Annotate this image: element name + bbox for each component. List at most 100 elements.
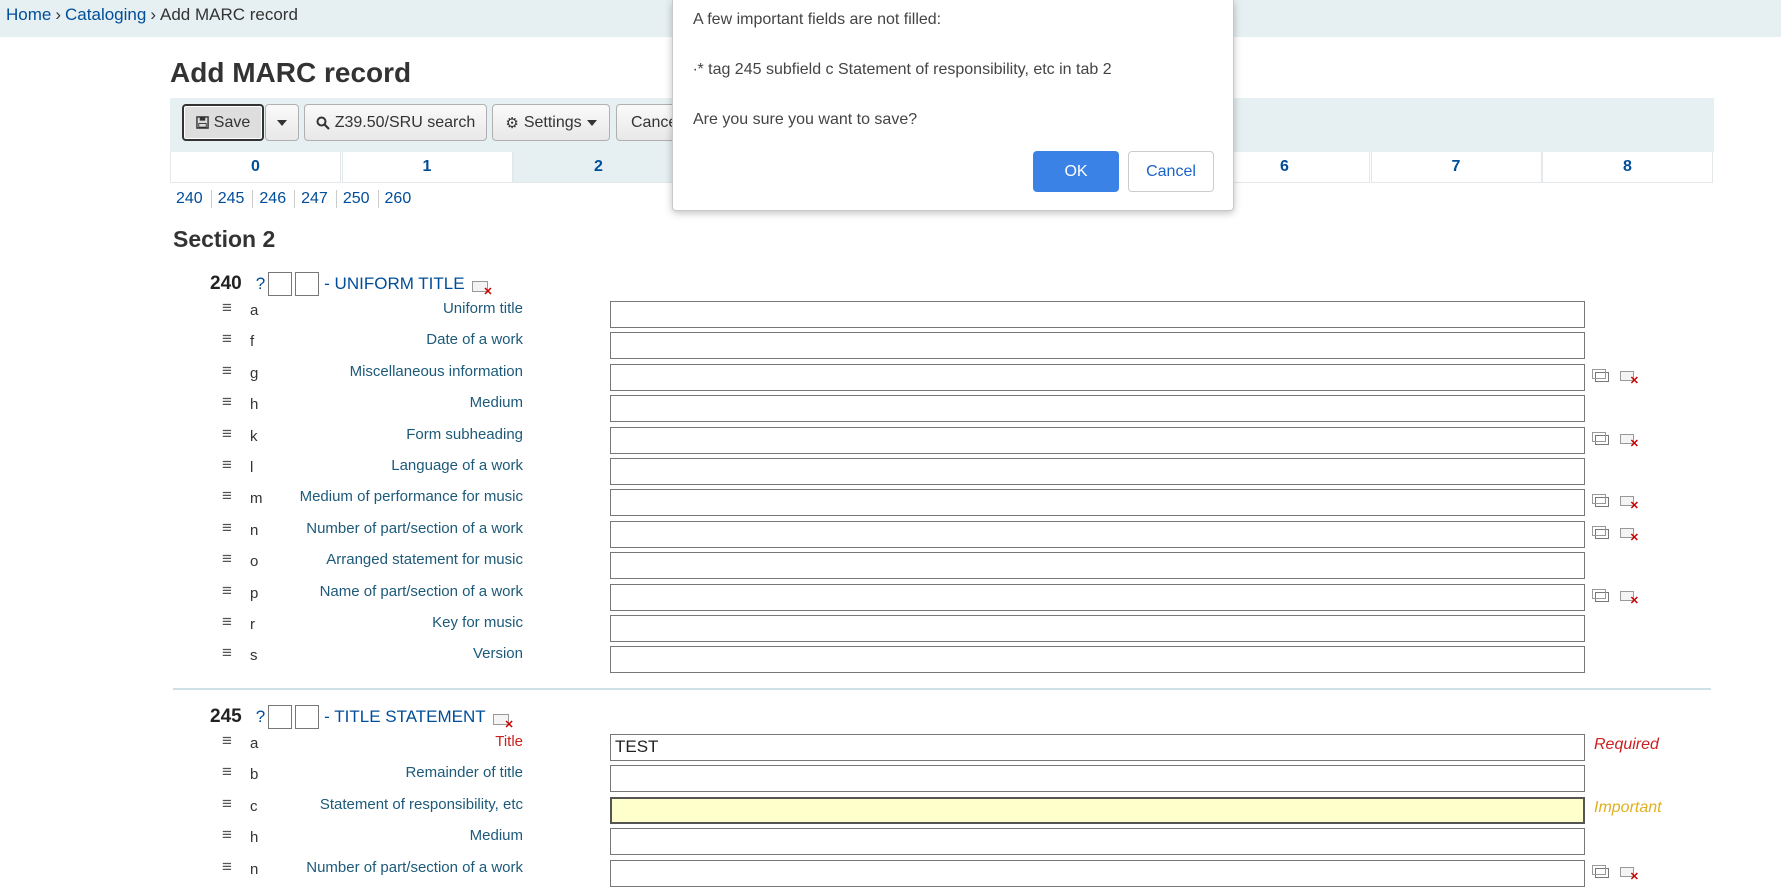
drag-handle-icon[interactable]: ≡ (222, 825, 232, 845)
delete-field-icon[interactable] (492, 713, 514, 731)
drag-handle-icon[interactable]: ≡ (222, 549, 232, 569)
drag-handle-icon[interactable]: ≡ (222, 518, 232, 538)
subfield-input-245b[interactable] (610, 765, 1585, 793)
delete-subfield-icon[interactable] (1620, 370, 1639, 387)
subfield-label: Form subheading (406, 425, 523, 443)
subfield-input-240a[interactable] (610, 301, 1585, 328)
subfield-input-240f[interactable] (610, 332, 1585, 360)
drag-handle-icon[interactable]: ≡ (222, 455, 232, 475)
tab-8[interactable]: 8 (1542, 152, 1713, 183)
field-header-245: 245? - TITLE STATEMENT (210, 705, 514, 731)
indicator-1-input[interactable] (268, 705, 293, 729)
dialog-message: A few important fields are not filled: (693, 11, 942, 28)
drag-handle-icon[interactable]: ≡ (222, 581, 232, 601)
tag-link-245[interactable]: 245 (212, 190, 254, 208)
settings-dropdown[interactable]: ⚙ Settings (492, 104, 610, 141)
drag-handle-icon[interactable]: ≡ (222, 486, 232, 506)
drag-handle-icon[interactable]: ≡ (222, 298, 232, 318)
tag-link-250[interactable]: 250 (337, 190, 379, 208)
subfield-input-240l[interactable] (610, 458, 1585, 485)
tag-navigation: 240 245 246 247 250 260 (170, 190, 419, 208)
dialog-question: Are you sure you want to save? (693, 111, 918, 128)
indicator-1-input[interactable] (268, 272, 293, 296)
field-help-link[interactable]: ? (256, 274, 265, 294)
dialog-ok-button[interactable]: OK (1033, 151, 1119, 192)
subfield-row-240a: ≡ a Uniform title (0, 296, 1781, 328)
breadcrumb-home-link[interactable]: Home (6, 5, 51, 24)
delete-subfield-icon[interactable] (1620, 496, 1639, 512)
drag-handle-icon[interactable]: ≡ (222, 361, 232, 381)
subfield-label: Key for music (432, 614, 523, 631)
clone-subfield-icon[interactable] (1592, 588, 1609, 602)
delete-subfield-icon[interactable] (1620, 590, 1639, 607)
subfield-row-240p: ≡ p Name of part/section of a work (0, 579, 1781, 611)
gear-icon: ⚙ (505, 114, 519, 132)
drag-handle-icon[interactable]: ≡ (222, 794, 232, 814)
tag-link-246[interactable]: 246 (253, 190, 296, 208)
tab-1[interactable]: 1 (341, 152, 513, 183)
save-button-label: Save (213, 113, 251, 131)
delete-field-icon[interactable] (471, 280, 493, 298)
subfield-code: b (250, 766, 259, 784)
save-options-dropdown[interactable] (265, 104, 299, 141)
subfield-input-245n[interactable] (610, 859, 1585, 887)
tag-link-260[interactable]: 260 (379, 190, 420, 208)
subfield-code: a (250, 735, 259, 752)
z3950-search-button[interactable]: Z39.50/SRU search (304, 104, 487, 141)
subfield-input-240h[interactable] (610, 395, 1585, 423)
dialog-missing-field: ∙* tag 245 subfield c Statement of respo… (693, 61, 1112, 78)
drag-handle-icon[interactable]: ≡ (222, 731, 232, 751)
tab-7[interactable]: 7 (1370, 152, 1542, 183)
subfield-input-245h[interactable] (610, 828, 1585, 856)
tag-link-247[interactable]: 247 (295, 190, 337, 208)
field-name-link[interactable]: - UNIFORM TITLE (324, 274, 464, 294)
breadcrumb-cataloging-link[interactable]: Cataloging (65, 5, 146, 24)
drag-handle-icon[interactable]: ≡ (222, 857, 232, 877)
clone-subfield-icon[interactable] (1592, 494, 1609, 508)
field-help-link[interactable]: ? (256, 707, 265, 727)
subfield-label: Miscellaneous information (349, 362, 523, 380)
subfield-row-240m: ≡ m Medium of performance for music (0, 484, 1781, 517)
tab-2[interactable]: 2 (513, 152, 684, 183)
tab-0[interactable]: 0 (170, 152, 341, 183)
subfield-input-240s[interactable] (610, 646, 1585, 674)
drag-handle-icon[interactable]: ≡ (222, 329, 232, 349)
clone-subfield-icon[interactable] (1592, 864, 1609, 878)
drag-handle-icon[interactable]: ≡ (222, 392, 232, 412)
clone-subfield-icon[interactable] (1592, 368, 1609, 382)
subfield-input-240m[interactable] (610, 489, 1585, 517)
indicator-2-input[interactable] (295, 705, 320, 729)
delete-subfield-icon[interactable] (1620, 866, 1639, 883)
subfield-input-245a[interactable]: TEST (610, 734, 1585, 761)
field-name-link[interactable]: - TITLE STATEMENT (324, 707, 486, 727)
dialog-cancel-button[interactable]: Cancel (1128, 151, 1214, 192)
save-button[interactable]: Save (182, 104, 264, 141)
subfield-input-245c[interactable] (610, 796, 1585, 824)
subfield-input-240g[interactable] (610, 363, 1585, 391)
drag-handle-icon[interactable]: ≡ (222, 424, 232, 444)
subfield-code: c (250, 797, 258, 815)
drag-handle-icon[interactable]: ≡ (222, 612, 232, 632)
delete-subfield-icon[interactable] (1620, 527, 1639, 544)
subfield-input-240r[interactable] (610, 615, 1585, 642)
tag-link-240[interactable]: 240 (170, 190, 212, 208)
subfield-input-240o[interactable] (610, 552, 1585, 580)
clone-subfield-icon[interactable] (1592, 431, 1609, 445)
chevron-down-icon (277, 119, 287, 126)
subfield-input-240n[interactable] (610, 520, 1585, 548)
subfield-label: Medium of performance for music (299, 488, 523, 506)
subfield-label: Remainder of title (405, 764, 523, 782)
subfield-label: Statement of responsibility, etc (319, 795, 523, 813)
subfield-input-240p[interactable] (610, 583, 1585, 611)
indicator-2-input[interactable] (295, 272, 320, 296)
drag-handle-icon[interactable]: ≡ (222, 643, 232, 663)
subfield-label: Date of a work (426, 331, 523, 349)
subfield-label: Language of a work (391, 457, 523, 474)
clone-subfield-icon[interactable] (1592, 525, 1609, 539)
subfield-input-240k[interactable] (610, 426, 1585, 454)
subfield-row-240k: ≡ k Form subheading (0, 422, 1781, 454)
drag-handle-icon[interactable]: ≡ (222, 762, 232, 782)
subfield-code: g (250, 364, 259, 382)
subfield-row-240r: ≡ r Key for music (0, 610, 1781, 642)
delete-subfield-icon[interactable] (1620, 433, 1639, 450)
